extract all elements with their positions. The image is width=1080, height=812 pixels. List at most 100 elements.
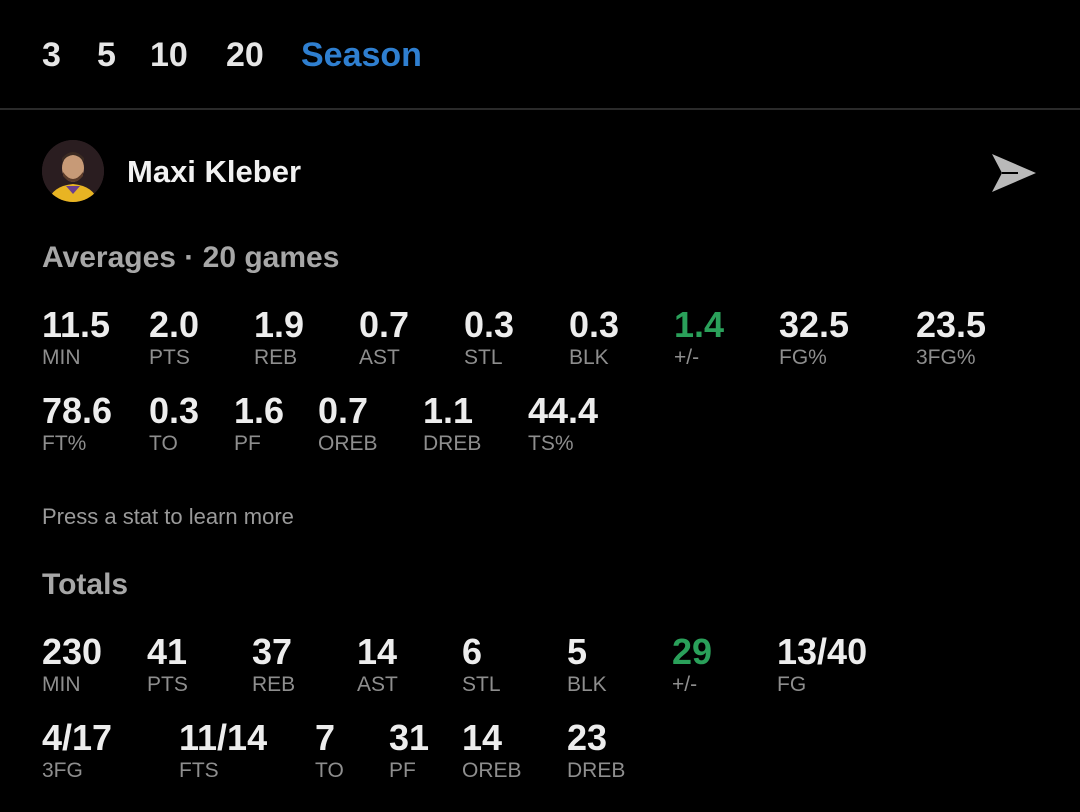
stat-value: 1.6 xyxy=(234,390,285,431)
stat-label: AST xyxy=(359,346,400,369)
stat-label: STL xyxy=(464,346,503,369)
avg-stat-pts[interactable]: 2.0 PTS xyxy=(149,305,199,371)
stat-value: 32.5 xyxy=(779,304,850,345)
stat-value: 1.4 xyxy=(674,304,725,345)
tot-stat-pf[interactable]: 31 PF xyxy=(389,718,429,784)
avg-stat-oreb[interactable]: 0.7 OREB xyxy=(318,391,378,457)
stat-value: 44.4 xyxy=(528,390,599,431)
avg-stat-ast[interactable]: 0.7 AST xyxy=(359,305,409,371)
avg-stat-3fg-pct[interactable]: 23.5 3FG% xyxy=(916,305,986,371)
stat-label: FG xyxy=(777,673,807,696)
tab-last-20[interactable]: 20 xyxy=(226,34,264,76)
stat-label: FTS xyxy=(179,759,219,782)
stat-value: 1.1 xyxy=(423,390,474,431)
stat-value: 0.7 xyxy=(359,304,410,345)
avg-stat-reb[interactable]: 1.9 REB xyxy=(254,305,304,371)
stat-label: DREB xyxy=(423,432,482,455)
avg-stat-ft-pct[interactable]: 78.6 FT% xyxy=(42,391,112,457)
tot-stat-3fg[interactable]: 4/17 3FG xyxy=(42,718,112,784)
stat-value: 5 xyxy=(567,631,588,672)
stat-label: OREB xyxy=(318,432,378,455)
stat-label: PTS xyxy=(147,673,188,696)
tab-last-3[interactable]: 3 xyxy=(42,34,61,76)
totals-title: Totals xyxy=(42,568,129,601)
stat-label: STL xyxy=(462,673,501,696)
player-header: Maxi Kleber xyxy=(0,140,1080,204)
avg-stat-fg-pct[interactable]: 32.5 FG% xyxy=(779,305,849,371)
stat-value: 11/14 xyxy=(179,717,268,758)
stat-label: BLK xyxy=(569,346,609,369)
stat-value: 0.3 xyxy=(149,390,200,431)
avg-stat-blk[interactable]: 0.3 BLK xyxy=(569,305,619,371)
stat-label: REB xyxy=(252,673,296,696)
stat-label: OREB xyxy=(462,759,522,782)
tot-stat-to[interactable]: 7 TO xyxy=(315,718,344,784)
averages-title: Averages · 20 games xyxy=(42,241,340,274)
stat-label: MIN xyxy=(42,673,81,696)
stat-value: 23 xyxy=(567,717,608,758)
stat-label: MIN xyxy=(42,346,81,369)
avg-stat-plus-minus[interactable]: 1.4 +/- xyxy=(674,305,724,371)
avg-stat-min[interactable]: 11.5 MIN xyxy=(42,305,110,371)
stat-label: PF xyxy=(389,759,416,782)
stat-value: 14 xyxy=(357,631,398,672)
stat-value: 11.5 xyxy=(42,304,111,345)
stat-value: 0.3 xyxy=(569,304,620,345)
stat-label: REB xyxy=(254,346,298,369)
stat-value: 41 xyxy=(147,631,188,672)
stat-value: 0.3 xyxy=(464,304,515,345)
avg-stat-ts-pct[interactable]: 44.4 TS% xyxy=(528,391,598,457)
stat-value: 1.9 xyxy=(254,304,305,345)
tot-stat-reb[interactable]: 37 REB xyxy=(252,632,295,698)
avg-stat-to[interactable]: 0.3 TO xyxy=(149,391,199,457)
tot-stat-blk[interactable]: 5 BLK xyxy=(567,632,607,698)
tot-stat-pts[interactable]: 41 PTS xyxy=(147,632,188,698)
stat-label: 3FG% xyxy=(916,346,976,369)
stat-label: DREB xyxy=(567,759,626,782)
stat-value: 6 xyxy=(462,631,483,672)
tab-last-10[interactable]: 10 xyxy=(150,34,188,76)
stat-value: 2.0 xyxy=(149,304,200,345)
tot-stat-oreb[interactable]: 14 OREB xyxy=(462,718,522,784)
stat-value: 23.5 xyxy=(916,304,987,345)
tot-stat-fg[interactable]: 13/40 FG xyxy=(777,632,867,698)
tab-season[interactable]: Season xyxy=(301,34,422,76)
stat-label: +/- xyxy=(672,673,698,696)
stat-label: +/- xyxy=(674,346,700,369)
stat-value: 37 xyxy=(252,631,293,672)
stat-value: 4/17 xyxy=(42,717,113,758)
stat-label: 3FG xyxy=(42,759,83,782)
tot-stat-stl[interactable]: 6 STL xyxy=(462,632,501,698)
stat-value: 14 xyxy=(462,717,503,758)
stat-value: 0.7 xyxy=(318,390,369,431)
tot-stat-fts[interactable]: 11/14 FTS xyxy=(179,718,267,784)
stat-value: 230 xyxy=(42,631,103,672)
stat-value: 31 xyxy=(389,717,430,758)
tab-last-5[interactable]: 5 xyxy=(97,34,116,76)
avg-stat-stl[interactable]: 0.3 STL xyxy=(464,305,514,371)
range-tabs: 3 5 10 20 Season xyxy=(0,0,1080,110)
stat-label: TO xyxy=(149,432,178,455)
stat-value: 78.6 xyxy=(42,390,113,431)
tot-stat-min[interactable]: 230 MIN xyxy=(42,632,102,698)
tot-stat-ast[interactable]: 14 AST xyxy=(357,632,398,698)
stat-label: AST xyxy=(357,673,398,696)
tot-stat-plus-minus[interactable]: 29 +/- xyxy=(672,632,712,698)
stat-label: FT% xyxy=(42,432,87,455)
stat-label: FG% xyxy=(779,346,827,369)
avg-stat-dreb[interactable]: 1.1 DREB xyxy=(423,391,481,457)
stat-value: 29 xyxy=(672,631,713,672)
stat-label: BLK xyxy=(567,673,607,696)
stat-help-hint: Press a stat to learn more xyxy=(42,504,294,529)
send-icon[interactable] xyxy=(988,150,1040,196)
avg-stat-pf[interactable]: 1.6 PF xyxy=(234,391,284,457)
stat-label: TO xyxy=(315,759,344,782)
stat-label: PF xyxy=(234,432,261,455)
stat-value: 13/40 xyxy=(777,631,868,672)
stat-label: TS% xyxy=(528,432,574,455)
player-name[interactable]: Maxi Kleber xyxy=(127,154,301,190)
player-avatar[interactable] xyxy=(42,140,104,202)
stat-value: 7 xyxy=(315,717,336,758)
tot-stat-dreb[interactable]: 23 DREB xyxy=(567,718,625,784)
stat-label: PTS xyxy=(149,346,190,369)
